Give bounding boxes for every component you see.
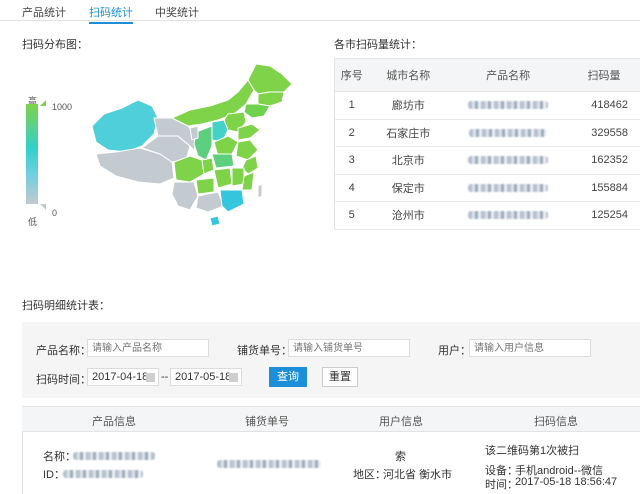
map-region-heilongjiang	[247, 63, 293, 95]
row-index: 2	[334, 119, 369, 147]
row-city: 保定市	[368, 174, 449, 202]
row-index: 3	[334, 146, 369, 175]
row-product-redacted	[448, 201, 569, 230]
legend-max-value: 1000	[52, 102, 73, 112]
scan-count-text: 该二维码第1次被扫	[485, 445, 580, 457]
detail-table-header: 产品信息 铺货单号 用户信息 扫码信息	[22, 406, 640, 432]
row-count: 418462	[568, 91, 640, 120]
map-region-hainan	[209, 215, 221, 227]
order-number-redacted	[217, 458, 321, 470]
table-row: 3 北京市 162352	[334, 146, 640, 175]
col-user-info: 用户信息	[379, 416, 423, 428]
scan-time-value: 2017-05-18 18:56:47	[515, 476, 618, 488]
date-from-value: 2017-04-18	[92, 371, 149, 383]
row-index: 4	[334, 174, 369, 202]
map-region-sichuan	[173, 155, 205, 183]
col-scan-info: 扫码信息	[534, 416, 578, 428]
row-city: 石家庄市	[368, 119, 449, 147]
table-row: 名称： ID： 索 地区： 河北省 衡水市 该二维码第1次被扫 设备： 手机an…	[22, 432, 640, 494]
calendar-icon[interactable]	[229, 373, 238, 382]
date-to-value: 2017-05-18	[175, 371, 232, 383]
user-label: 用户：	[438, 345, 471, 357]
map-region-jilin	[257, 91, 285, 107]
row-count: 329558	[568, 119, 640, 147]
row-city: 廊坊市	[368, 91, 449, 120]
scan-time-key: 时间：	[485, 479, 518, 491]
legend-handle-bottom[interactable]	[40, 204, 46, 210]
detail-section-title: 扫码明细统计表：	[22, 300, 110, 312]
row-index: 1	[334, 91, 369, 120]
legend-gradient-bar	[26, 104, 38, 204]
tab-scan-stats[interactable]: 扫码统计	[89, 4, 133, 24]
user-input[interactable]	[469, 339, 591, 357]
row-product-redacted	[448, 174, 569, 202]
date-separator: --	[161, 371, 169, 383]
scan-time-label: 扫码时间：	[36, 374, 91, 386]
map-region-chongqing	[201, 157, 215, 175]
product-id-key: ID：	[43, 469, 65, 481]
col-product: 产品名称	[448, 58, 569, 92]
col-order-number: 铺货单号	[245, 416, 289, 428]
china-heat-map[interactable]	[86, 56, 304, 231]
order-number-label: 铺货单号：	[237, 345, 292, 357]
product-name-label: 产品名称：	[36, 345, 91, 357]
map-region-jiangxi	[231, 167, 245, 187]
tab-bar: 产品统计 扫码统计 中奖统计	[0, 0, 640, 24]
date-to-input[interactable]: 2017-05-18	[170, 368, 242, 386]
product-name-input[interactable]	[87, 339, 209, 357]
row-count: 125254	[568, 201, 640, 230]
map-region-taiwan	[257, 183, 263, 199]
row-product-redacted	[448, 146, 569, 175]
row-city: 沧州市	[368, 201, 449, 230]
legend-low-label: 低	[28, 217, 38, 227]
tab-prize-stats[interactable]: 中奖统计	[155, 4, 199, 20]
map-region-guangdong	[219, 189, 245, 213]
row-count: 155884	[568, 174, 640, 202]
map-region-hunan	[213, 167, 233, 189]
map-region-liaoning	[243, 103, 271, 119]
map-section-title: 扫码分布图：	[22, 39, 88, 51]
product-name-key: 名称：	[43, 451, 76, 463]
order-number-input[interactable]	[288, 339, 410, 357]
row-city: 北京市	[368, 146, 449, 175]
tab-product-stats[interactable]: 产品统计	[22, 4, 66, 20]
map-region-ningxia	[189, 125, 199, 141]
table-row: 4 保定市 155884	[334, 174, 640, 202]
reset-button[interactable]: 重置	[322, 367, 358, 387]
region-key: 地区：	[353, 469, 386, 481]
col-city: 城市名称	[368, 58, 449, 92]
table-row: 2 石家庄市 329558	[334, 119, 640, 147]
col-index: 序号	[334, 58, 369, 92]
query-button[interactable]: 查询	[269, 367, 307, 387]
col-product-info: 产品信息	[92, 416, 136, 428]
map-region-hubei	[211, 153, 235, 169]
table-row: 1 廊坊市 418462	[334, 91, 640, 120]
legend-min-value: 0	[52, 208, 58, 218]
ranking-header-row: 序号 城市名称 产品名称 扫码量	[334, 58, 640, 92]
city-ranking-table: 序号 城市名称 产品名称 扫码量 1 廊坊市 418462 2 石家庄市 329…	[334, 58, 640, 230]
user-name: 索	[395, 451, 406, 463]
row-count: 162352	[568, 146, 640, 175]
product-id-redacted	[63, 468, 143, 480]
ranking-section-title: 各市扫码量统计：	[334, 39, 422, 51]
row-product-redacted	[448, 91, 569, 120]
table-row: 5 沧州市 125254	[334, 201, 640, 230]
legend-handle-top[interactable]	[40, 100, 46, 106]
product-name-redacted	[73, 450, 155, 462]
map-region-yunnan	[171, 181, 199, 211]
calendar-icon[interactable]	[146, 373, 155, 382]
row-index: 5	[334, 201, 369, 230]
date-from-input[interactable]: 2017-04-18	[87, 368, 159, 386]
row-product-redacted	[448, 119, 569, 147]
region-value: 河北省 衡水市	[383, 469, 453, 481]
col-count: 扫码量	[568, 58, 640, 92]
map-region-guangxi	[195, 191, 225, 213]
map-region-guizhou	[195, 177, 215, 195]
